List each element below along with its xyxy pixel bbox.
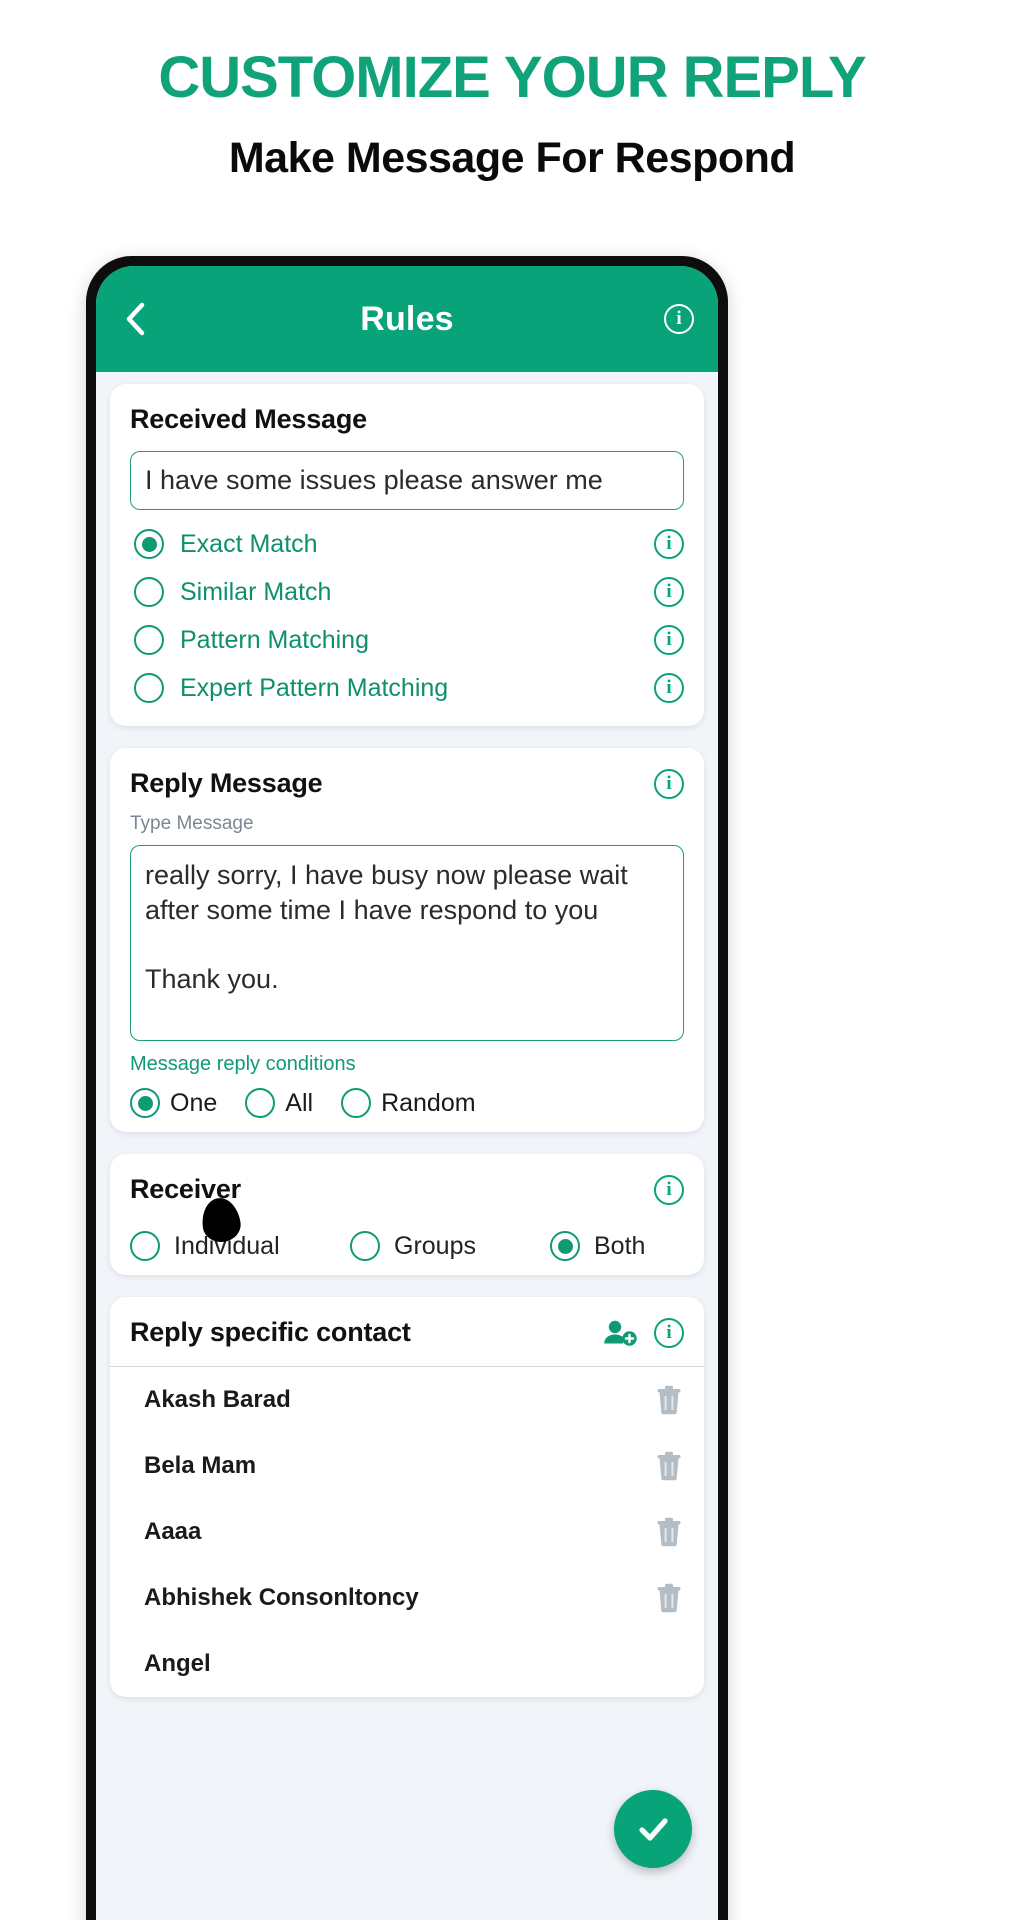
type-message-hint: Type Message <box>130 813 254 834</box>
reply-message-card: Reply Message i Type Message really sorr… <box>110 748 704 1132</box>
promo-screenshot-page: CUSTOMIZE YOUR REPLY Make Message For Re… <box>0 0 1024 1920</box>
radio-label-exact-match: Exact Match <box>180 529 318 558</box>
radio-pair-one[interactable]: One <box>130 1088 217 1118</box>
message-reply-conditions-label: Message reply conditions <box>130 1053 356 1075</box>
info-icon-expert-pattern-matching[interactable]: i <box>654 673 684 703</box>
radio-individual[interactable] <box>130 1231 160 1261</box>
radio-pair-groups[interactable]: Groups <box>350 1231 550 1261</box>
reply-message-textarea[interactable]: really sorry, I have busy now please wai… <box>130 845 684 1041</box>
received-message-header: Received Message <box>130 404 684 435</box>
radio-row-exact-match[interactable]: Exact Match i <box>130 520 684 568</box>
reply-message-header: Reply Message i <box>130 768 684 799</box>
radio-groups[interactable] <box>350 1231 380 1261</box>
radio-row-pattern-matching[interactable]: Pattern Matching i <box>130 616 684 664</box>
radio-label-one: One <box>170 1088 218 1117</box>
contact-name: Abhishek Consonltoncy <box>144 1584 419 1611</box>
info-icon-reply-specific-contact[interactable]: i <box>654 1317 684 1348</box>
radio-similar-match[interactable] <box>134 577 164 607</box>
info-icon-reply-message[interactable]: i <box>654 768 684 799</box>
radio-pair-individual[interactable]: Individual <box>130 1231 350 1261</box>
contact-row[interactable]: Akash Barad <box>130 1367 684 1433</box>
info-icon-exact-match[interactable]: i <box>654 529 684 559</box>
contact-row[interactable]: Bela Mam <box>130 1433 684 1499</box>
add-person-icon[interactable] <box>602 1318 638 1348</box>
info-icon-pattern-matching[interactable]: i <box>654 625 684 655</box>
radio-one[interactable] <box>130 1088 160 1118</box>
radio-pair-both[interactable]: Both <box>550 1231 645 1261</box>
radio-label-similar-match: Similar Match <box>180 577 332 606</box>
page-title: Rules <box>360 299 454 338</box>
trash-icon[interactable] <box>656 1517 682 1547</box>
reply-specific-contact-card: Reply specific contact i Akash Barad Bel… <box>110 1297 704 1697</box>
radio-left: Similar Match <box>134 577 331 607</box>
radio-pair-random[interactable]: Random <box>341 1088 476 1118</box>
radio-left: Exact Match <box>134 529 318 559</box>
reply-specific-contact-header: Reply specific contact i <box>130 1317 684 1348</box>
contact-name: Angel <box>144 1650 211 1677</box>
check-icon <box>639 1818 668 1841</box>
contact-row[interactable]: Aaaa <box>130 1499 684 1565</box>
contact-list: Akash Barad Bela Mam Aaaa Abhishek Conso… <box>130 1367 684 1697</box>
radio-random[interactable] <box>341 1088 372 1118</box>
info-icon-similar-match[interactable]: i <box>654 577 684 607</box>
radio-label-all: All <box>285 1088 314 1117</box>
match-type-radio-group[interactable]: Exact Match i Similar Match i Pattern Ma… <box>130 520 684 712</box>
save-fab-button[interactable] <box>614 1790 692 1868</box>
radio-left: Pattern Matching <box>134 625 369 655</box>
app-bar: Rules i <box>96 266 718 372</box>
contact-name: Akash Barad <box>144 1386 291 1413</box>
contact-name: Bela Mam <box>144 1452 257 1479</box>
radio-dot <box>141 536 157 552</box>
radio-all[interactable] <box>245 1088 276 1118</box>
contact-row[interactable]: Abhishek Consonltoncy <box>130 1565 684 1631</box>
phone-mockup: Rules i Received Message I have some iss… <box>86 256 728 1920</box>
trash-icon[interactable] <box>656 1583 682 1613</box>
received-message-title: Received Message <box>130 404 367 434</box>
contacts-header-icons: i <box>602 1317 684 1348</box>
radio-exact-match[interactable] <box>134 529 164 559</box>
trash-icon[interactable] <box>656 1451 682 1481</box>
screen-body[interactable]: Received Message I have some issues plea… <box>96 372 718 1920</box>
radio-row-similar-match[interactable]: Similar Match i <box>130 568 684 616</box>
promo-header: CUSTOMIZE YOUR REPLY Make Message For Re… <box>0 0 1024 182</box>
radio-dot <box>137 1095 153 1111</box>
radio-expert-pattern-matching[interactable] <box>134 673 164 703</box>
radio-label-both: Both <box>594 1231 646 1260</box>
promo-subtitle: Make Message For Respond <box>228 133 796 182</box>
radio-pattern-matching[interactable] <box>134 625 164 655</box>
received-message-input[interactable]: I have some issues please answer me <box>130 451 684 510</box>
back-button[interactable] <box>122 299 150 339</box>
radio-both[interactable] <box>550 1231 580 1261</box>
phone-screen: Rules i Received Message I have some iss… <box>96 266 718 1920</box>
info-icon[interactable]: i <box>664 304 694 334</box>
radio-label-random: Random <box>381 1088 476 1117</box>
radio-label-pattern-matching: Pattern Matching <box>180 625 369 654</box>
radio-left: Expert Pattern Matching <box>134 673 448 703</box>
receiver-card: Receiver i Individual Groups Both <box>110 1154 704 1275</box>
info-icon-receiver[interactable]: i <box>654 1174 684 1205</box>
radio-pair-all[interactable]: All <box>245 1088 313 1118</box>
radio-row-expert-pattern-matching[interactable]: Expert Pattern Matching i <box>130 664 684 712</box>
trash-icon[interactable] <box>656 1385 682 1415</box>
reply-message-title: Reply Message <box>130 768 323 798</box>
contact-row[interactable]: Angel <box>130 1631 684 1697</box>
info-icon-glyph: i <box>664 304 694 334</box>
reply-specific-contact-title: Reply specific contact <box>130 1317 411 1347</box>
radio-label-groups: Groups <box>394 1231 476 1260</box>
promo-title: CUSTOMIZE YOUR REPLY <box>158 45 866 110</box>
received-message-card: Received Message I have some issues plea… <box>110 384 704 726</box>
radio-dot <box>557 1238 573 1254</box>
contact-name: Aaaa <box>144 1518 202 1545</box>
radio-label-expert-pattern-matching: Expert Pattern Matching <box>180 673 449 702</box>
message-reply-conditions-group[interactable]: One All Random <box>130 1088 684 1118</box>
